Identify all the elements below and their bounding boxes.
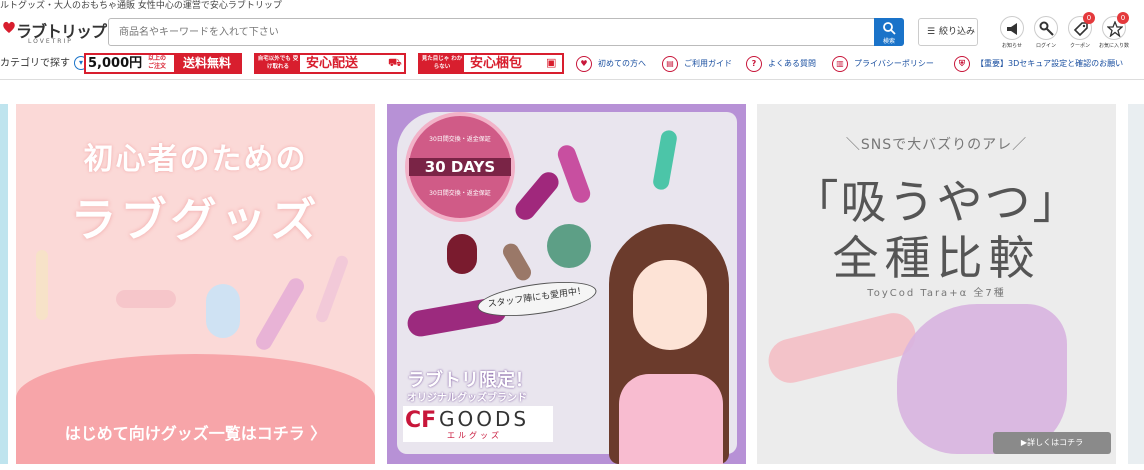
- filter-label: 絞り込み: [939, 27, 976, 37]
- logo-subtext: LOVETRIP: [28, 38, 73, 45]
- slide-suction-compare[interactable]: ＼SNSで大バズりのアレ／ 「吸うやつ」 全種比較 ToyCod Tara+α …: [757, 104, 1116, 464]
- slide-compare-subtitle: ToyCod Tara+α 全7種: [867, 288, 1006, 299]
- cf-brand-kana: エルグッズ: [447, 431, 502, 440]
- link-privacy-label: プライバシーポリシー: [854, 59, 934, 68]
- coupon-badge: 0: [1083, 12, 1095, 24]
- previous-slide-peek[interactable]: [0, 104, 8, 464]
- slide-cf-goods[interactable]: 30日間交換・返金保証 30 DAYS 30日間交換・返金保証 スタッフ陣にも愛…: [387, 104, 746, 464]
- site-tagline: ルトグッズ・大人のおもちゃ通販 女性中心の運営で安心ラブトリップ: [0, 1, 282, 11]
- banner-carousel: 初心者のための ラブグッズ はじめて向けグッズ一覧はコチラ 〉 30日間交換・返…: [0, 104, 1144, 466]
- promo-bar: カテゴリで探す ▾ 5,000円 以上の ご注文 送料無料 自宅以外でも 受け取れ…: [0, 52, 1144, 76]
- safe-packing-text: 安心梱包: [470, 56, 523, 71]
- filter-button[interactable]: ☰ 絞り込み: [918, 18, 978, 46]
- login-button[interactable]: ログイン: [1032, 16, 1060, 50]
- product-illustration: [36, 250, 48, 320]
- safe-delivery-condition: 自宅以外でも 受け取れる: [256, 55, 300, 72]
- details-button[interactable]: ▶詳しくはコチラ: [993, 432, 1111, 454]
- site-logo[interactable]: ラブトリップ LOVETRIP: [0, 18, 107, 48]
- guide-icon: ▤: [662, 56, 678, 72]
- safe-packing-condition: 見た目じゃ わからない: [420, 55, 464, 72]
- seal-top-text: 30日間交換・返金保証: [429, 136, 491, 143]
- product-illustration: [314, 254, 350, 324]
- slide-beginner-heading: ラブグッズ: [70, 193, 321, 247]
- favorites-badge: 0: [1117, 12, 1129, 24]
- box-icon: ▣: [546, 56, 557, 69]
- coupon-button[interactable]: 0 クーポン: [1066, 12, 1095, 50]
- megaphone-icon: [1007, 23, 1017, 35]
- favorites-button[interactable]: 0 お気に入り数: [1099, 12, 1129, 50]
- filter-icon: ☰: [927, 27, 936, 37]
- link-faq-label: よくある質問: [768, 59, 816, 68]
- search-button[interactable]: 検索: [874, 18, 904, 46]
- news-label: お知らせ: [1002, 43, 1022, 49]
- key-icon: [1039, 21, 1054, 36]
- product-illustration: [116, 290, 176, 308]
- product-illustration: [447, 234, 477, 274]
- brand-subtitle: オリジナルグッズブランド: [407, 393, 527, 404]
- site-header: ラブトリップ LOVETRIP 検索 ☰絞り込み お知らせ: [0, 12, 1144, 50]
- search-bar: 検索: [108, 18, 904, 46]
- free-shipping-amount: 5,000円: [88, 56, 143, 71]
- favorites-label: お気に入り数: [1098, 43, 1129, 49]
- safe-delivery-text: 安心配送: [306, 56, 359, 71]
- slide-beginner-link: はじめて向けグッズ一覧はコチラ 〉: [64, 424, 327, 443]
- product-illustration: [206, 284, 240, 338]
- free-shipping-text: 送料無料: [174, 55, 240, 72]
- news-button[interactable]: お知らせ: [998, 16, 1026, 50]
- slide-beginner-title: 初心者のための: [83, 142, 308, 177]
- coupon-label: クーポン: [1069, 43, 1090, 49]
- link-beginner-label: 初めての方へ: [598, 59, 646, 68]
- slide-compare-kicker: ＼SNSで大バズりのアレ／: [845, 137, 1028, 153]
- product-illustration: [253, 275, 307, 353]
- slide-compare-heading: 全種比較: [832, 231, 1041, 285]
- character-face: [633, 260, 707, 350]
- slide-beginner-footer: [16, 354, 375, 464]
- product-illustration: [547, 224, 591, 268]
- free-shipping-banner[interactable]: 5,000円 以上の ご注文 送料無料: [84, 53, 242, 74]
- guarantee-seal: 30日間交換・返金保証 30 DAYS 30日間交換・返金保証: [405, 112, 515, 222]
- category-label: カテゴリで探す: [0, 58, 70, 69]
- safe-packing-banner[interactable]: 見た目じゃ わからない 安心梱包 ▣: [418, 53, 564, 74]
- free-shipping-condition: 以上の ご注文: [148, 55, 167, 70]
- login-label: ログイン: [1035, 43, 1056, 49]
- question-icon: ?: [746, 56, 762, 72]
- cf-logo-mark: CF: [405, 408, 437, 433]
- shield-icon: ⛨: [954, 56, 970, 72]
- character-body: [619, 374, 723, 464]
- search-input[interactable]: [109, 19, 875, 45]
- cf-brand-name: GOODS: [439, 407, 530, 431]
- link-3d-secure-label: 【重要】3Dセキュア設定と確認のお願い: [976, 59, 1124, 68]
- truck-icon: ⛟: [388, 56, 402, 69]
- slide-beginner-goods[interactable]: 初心者のための ラブグッズ はじめて向けグッズ一覧はコチラ 〉: [16, 104, 375, 464]
- beginner-icon: ♥: [576, 56, 592, 72]
- category-search-button[interactable]: カテゴリで探す ▾: [0, 54, 88, 74]
- seal-bottom-text: 30日間交換・返金保証: [429, 190, 491, 197]
- safe-delivery-banner[interactable]: 自宅以外でも 受け取れる 安心配送 ⛟: [254, 53, 406, 74]
- search-button-label: 検索: [882, 38, 895, 45]
- seal-main-text: 30 DAYS: [409, 158, 511, 176]
- privacy-icon: ▥: [832, 56, 848, 72]
- cf-goods-logo: CF GOODS エルグッズ: [403, 406, 553, 442]
- next-slide-peek[interactable]: [1128, 104, 1144, 464]
- header-divider: [0, 79, 1144, 80]
- heart-logo-icon: [3, 21, 15, 33]
- link-guide-label: ご利用ガイド: [684, 59, 732, 68]
- search-icon: [883, 22, 896, 35]
- guide-links: ♥ 初めての方へ ▤ ご利用ガイド ? よくある質問 ▥ プライバシーポリシー ⛨ 【重要…: [576, 54, 1144, 74]
